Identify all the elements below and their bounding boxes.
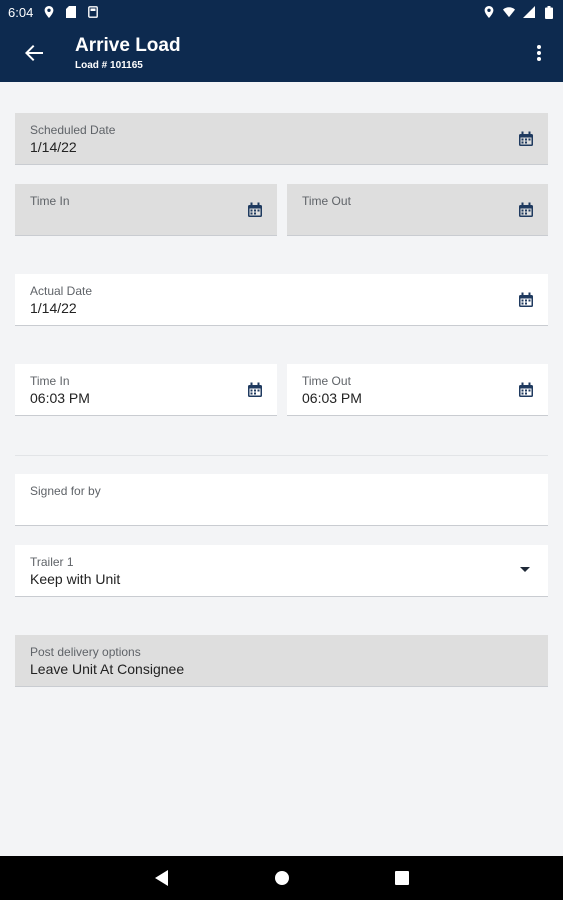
battery-icon: [543, 5, 555, 19]
actual-time-in-field[interactable]: Time In 06:03 PM: [15, 364, 277, 416]
dropdown-arrow-icon[interactable]: [520, 567, 530, 572]
system-nav-bar: [0, 856, 563, 900]
calendar-icon[interactable]: [247, 382, 263, 398]
calendar-icon[interactable]: [247, 202, 263, 218]
trailer-value: Keep with Unit: [30, 571, 121, 587]
trailer-select[interactable]: Trailer 1 Keep with Unit: [15, 545, 548, 597]
scheduled-date-label: Scheduled Date: [30, 123, 116, 137]
section-divider: [15, 455, 548, 456]
actual-date-label: Actual Date: [30, 284, 93, 298]
home-circle-icon[interactable]: [270, 866, 294, 890]
page-title: Arrive Load: [75, 35, 181, 56]
location-icon: [483, 6, 495, 18]
scheduled-date-field[interactable]: Scheduled Date 1/14/22: [15, 113, 548, 165]
scheduled-time-out-label: Time Out: [302, 194, 351, 208]
signal-icon: [523, 6, 535, 18]
status-bar: 6:04: [0, 0, 563, 24]
actual-time-out-value: 06:03 PM: [302, 390, 362, 406]
post-delivery-label: Post delivery options: [30, 645, 141, 659]
actual-time-out-label: Time Out: [302, 374, 351, 388]
scheduled-date-value: 1/14/22: [30, 139, 77, 155]
actual-date-field[interactable]: Actual Date 1/14/22: [15, 274, 548, 326]
scheduled-time-in-field[interactable]: Time In: [15, 184, 277, 236]
trailer-label: Trailer 1: [30, 555, 74, 569]
scheduled-time-in-label: Time In: [30, 194, 70, 208]
wifi-icon: [503, 6, 515, 18]
recents-square-icon[interactable]: [390, 866, 414, 890]
calendar-icon[interactable]: [518, 382, 534, 398]
actual-time-in-label: Time In: [30, 374, 70, 388]
storage-icon: [87, 6, 99, 18]
scheduled-time-out-field[interactable]: Time Out: [287, 184, 548, 236]
load-number: Load # 101165: [75, 60, 143, 71]
actual-date-value: 1/14/22: [30, 300, 77, 316]
app-bar: Arrive Load Load # 101165: [0, 24, 563, 82]
actual-time-out-field[interactable]: Time Out 06:03 PM: [287, 364, 548, 416]
post-delivery-value: Leave Unit At Consignee: [30, 661, 185, 677]
sim-card-icon: [65, 6, 77, 18]
back-triangle-icon[interactable]: [150, 866, 174, 890]
location-icon: [43, 6, 55, 18]
actual-time-in-value: 06:03 PM: [30, 390, 90, 406]
arrow-back-icon[interactable]: [22, 41, 46, 65]
calendar-icon[interactable]: [518, 131, 534, 147]
calendar-icon[interactable]: [518, 292, 534, 308]
more-vert-icon[interactable]: [529, 40, 549, 66]
calendar-icon[interactable]: [518, 202, 534, 218]
status-time: 6:04: [8, 4, 34, 20]
post-delivery-options-field[interactable]: Post delivery options Leave Unit At Cons…: [15, 635, 548, 687]
signed-for-by-label: Signed for by: [30, 484, 101, 498]
signed-for-by-input[interactable]: Signed for by: [15, 474, 548, 526]
